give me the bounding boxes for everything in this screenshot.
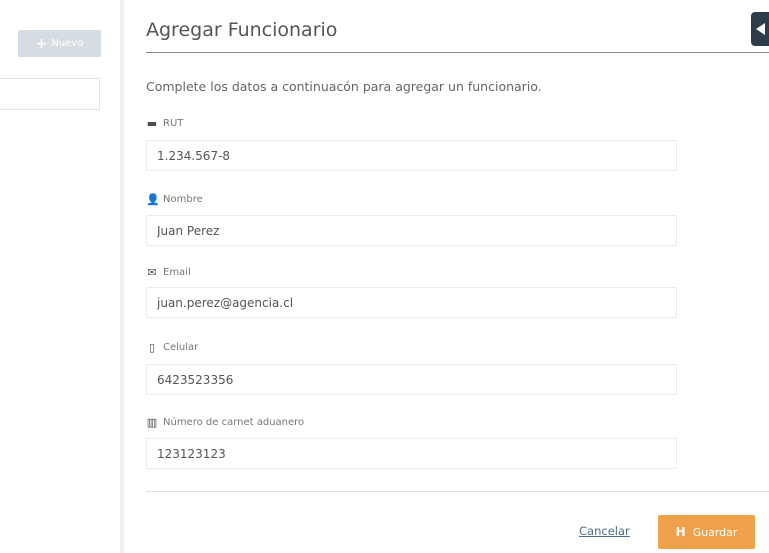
intro-text: Complete los datos a continuacón para ag… <box>146 79 542 94</box>
name-input[interactable] <box>146 215 677 246</box>
save-button[interactable]: H Guardar <box>658 515 755 549</box>
id-card-icon: ▬ <box>146 117 158 130</box>
name-label: 👤 Nombre <box>146 193 203 206</box>
customs-card-input[interactable] <box>146 438 677 469</box>
barcode-icon: ▥ <box>146 416 158 429</box>
phone-input[interactable] <box>146 364 677 395</box>
customs-card-label: ▥ Número de carnet aduanero <box>146 416 304 429</box>
new-button[interactable]: + Nuevo <box>18 30 101 57</box>
new-button-label: Nuevo <box>51 38 84 49</box>
modal-title: Agregar Funcionario <box>146 19 338 41</box>
email-input[interactable] <box>146 287 677 318</box>
save-icon: H <box>675 525 686 539</box>
phone-label-text: Celular <box>163 342 199 353</box>
title-divider <box>146 52 769 53</box>
save-button-label: Guardar <box>692 525 738 539</box>
cancel-link[interactable]: Cancelar <box>579 524 630 538</box>
envelope-icon: ✉ <box>147 266 157 279</box>
name-label-text: Nombre <box>163 194 203 205</box>
user-icon: 👤 <box>146 193 160 206</box>
phone-icon: ▯ <box>148 341 156 354</box>
add-employee-modal: Agregar Funcionario Complete los datos a… <box>124 0 769 553</box>
email-label: ✉ Email <box>146 266 191 279</box>
list-item[interactable] <box>0 78 100 110</box>
phone-label: ▯ Celular <box>146 341 198 354</box>
collapse-panel-icon[interactable] <box>751 12 769 46</box>
email-label-text: Email <box>163 267 191 278</box>
background-list-panel: + Nuevo <box>0 0 120 553</box>
footer-divider <box>146 491 769 492</box>
customs-card-label-text: Número de carnet aduanero <box>163 417 305 428</box>
rut-input[interactable] <box>146 140 677 171</box>
rut-label: ▬ RUT <box>146 117 184 130</box>
rut-label-text: RUT <box>163 118 184 129</box>
plus-icon: + <box>35 35 48 52</box>
